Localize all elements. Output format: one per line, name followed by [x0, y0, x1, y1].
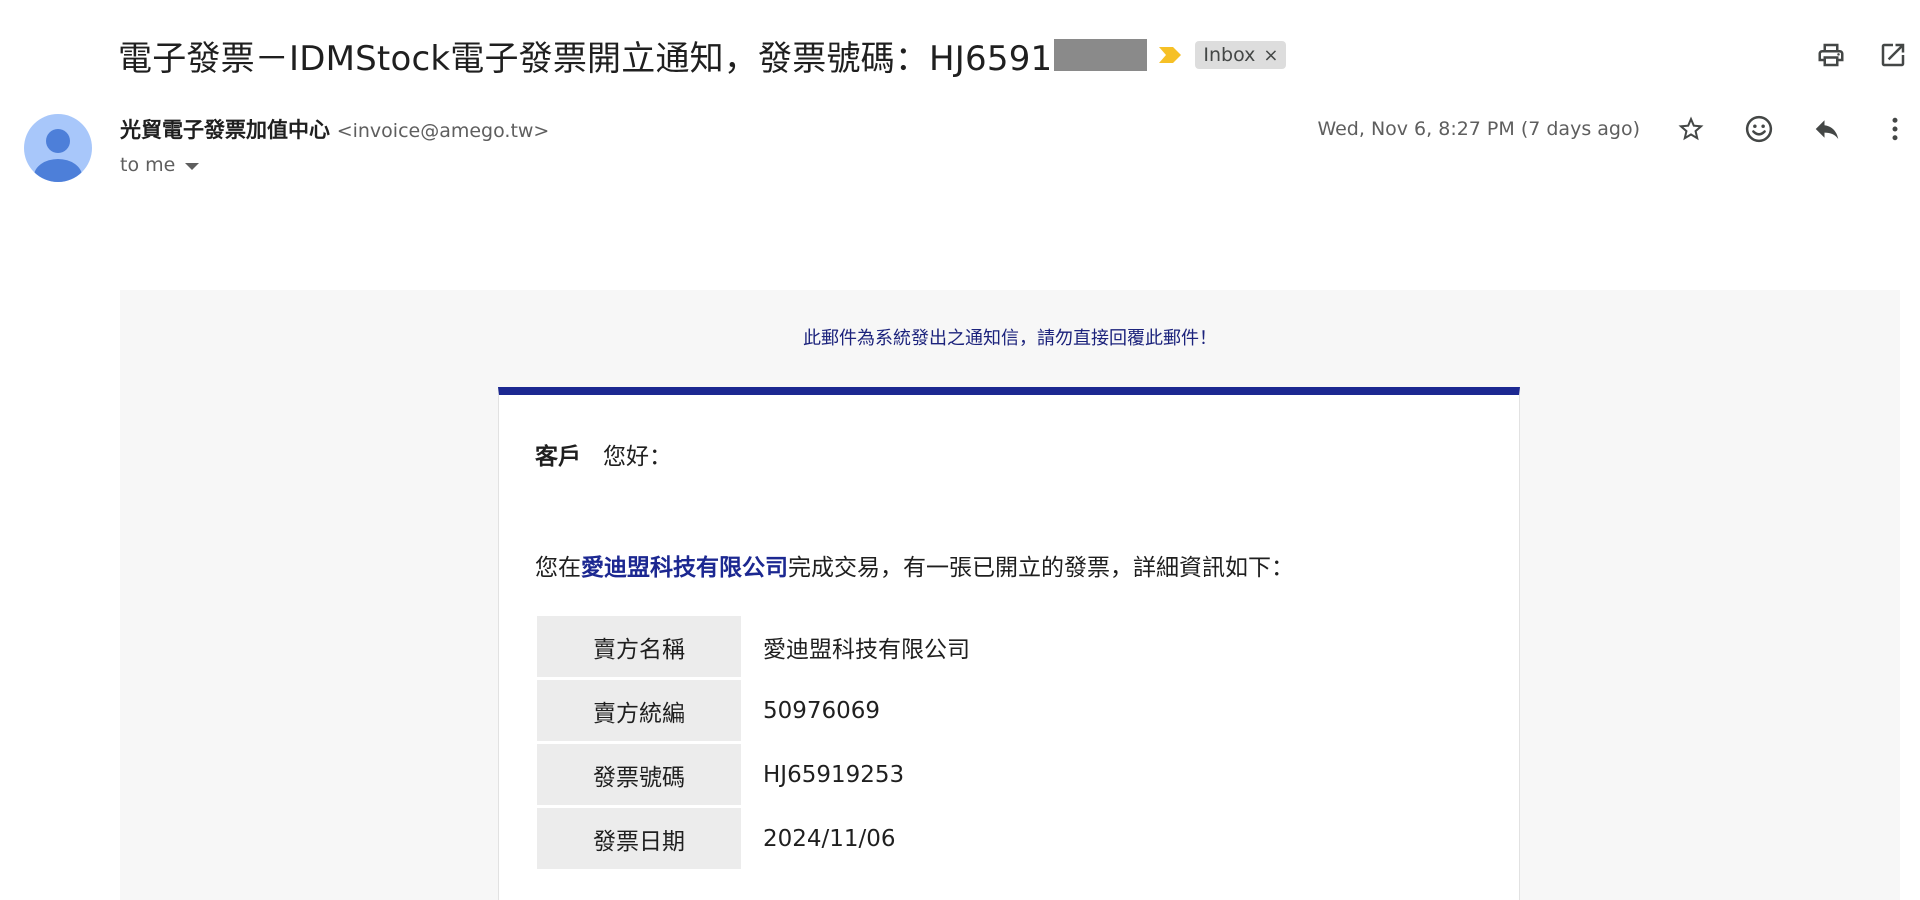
open-in-new-window-icon[interactable]	[1876, 38, 1910, 72]
email-subject: 電子發票－IDMStock電子發票開立通知，發票號碼：HJ6591	[118, 38, 1053, 79]
intro-suffix: 完成交易，有一張已開立的發票，詳細資訊如下：	[788, 555, 1294, 581]
invoice-details-table: 賣方名稱 愛迪盟科技有限公司 賣方統編 50976069 發票號碼 HJ6591…	[537, 613, 1441, 872]
message-date: Wed, Nov 6, 8:27 PM (7 days ago)	[1317, 118, 1640, 140]
intro-text: 您在愛迪盟科技有限公司完成交易，有一張已開立的發票，詳細資訊如下：	[535, 548, 1294, 582]
sender-avatar[interactable]	[24, 114, 92, 182]
email-body: 此郵件為系統發出之通知信，請勿直接回覆此郵件！ 客戶 您好： 您在愛迪盟科技有限公…	[120, 290, 1900, 900]
table-row: 發票日期 2024/11/06	[537, 808, 1441, 869]
recipient-text: to me	[120, 154, 176, 176]
email-view: 電子發票－IDMStock電子發票開立通知，發票號碼：HJ6591 Inbox …	[0, 0, 1920, 900]
redacted-block	[1054, 39, 1148, 71]
table-key-cell: 發票號碼	[537, 744, 741, 805]
message-meta: Wed, Nov 6, 8:27 PM (7 days ago)	[1317, 112, 1912, 146]
subject-row: 電子發票－IDMStock電子發票開立通知，發票號碼：HJ6591 Inbox …	[118, 30, 1287, 80]
intro-company: 愛迪盟科技有限公司	[581, 555, 788, 581]
intro-prefix: 您在	[535, 555, 581, 581]
table-row: 賣方統編 50976069	[537, 680, 1441, 741]
table-value-cell: 50976069	[763, 697, 881, 724]
greeting-name: 客戶	[535, 444, 581, 470]
table-row: 賣方名稱 愛迪盟科技有限公司	[537, 616, 1441, 677]
label-chip-text: Inbox	[1203, 44, 1256, 66]
sender-name[interactable]: 光貿電子發票加值中心	[120, 118, 330, 142]
table-key-cell: 賣方統編	[537, 680, 741, 741]
invoice-card: 客戶 您好： 您在愛迪盟科技有限公司完成交易，有一張已開立的發票，詳細資訊如下： …	[498, 387, 1520, 900]
top-actions	[1814, 38, 1910, 72]
remove-label-icon[interactable]: ×	[1263, 45, 1278, 66]
table-key-cell: 發票日期	[537, 808, 741, 869]
table-row: 發票號碼 HJ65919253	[537, 744, 1441, 805]
chevron-down-icon[interactable]	[185, 163, 200, 170]
label-chip-inbox[interactable]: Inbox ×	[1195, 41, 1287, 69]
sender-line: 光貿電子發票加值中心 <invoice@amego.tw>	[120, 114, 549, 144]
no-reply-notice: 此郵件為系統發出之通知信，請勿直接回覆此郵件！	[803, 328, 1217, 349]
more-vert-icon[interactable]	[1878, 112, 1912, 146]
table-value-cell: HJ65919253	[763, 761, 905, 788]
print-icon[interactable]	[1814, 38, 1848, 72]
sender-block: 光貿電子發票加值中心 <invoice@amego.tw> to me	[120, 114, 549, 176]
recipient-line[interactable]: to me	[120, 154, 549, 176]
person-avatar-icon	[34, 129, 82, 182]
emoji-reaction-icon[interactable]	[1742, 112, 1776, 146]
star-icon[interactable]	[1674, 112, 1708, 146]
importance-marker-icon[interactable]	[1159, 47, 1182, 63]
reply-icon[interactable]	[1810, 112, 1844, 146]
sender-email: <invoice@amego.tw>	[336, 120, 550, 142]
table-value-cell: 愛迪盟科技有限公司	[763, 636, 970, 663]
table-key-cell: 賣方名稱	[537, 616, 741, 677]
table-value-cell: 2024/11/06	[763, 825, 896, 852]
greeting-text: 您好：	[603, 444, 672, 470]
greeting: 客戶 您好：	[535, 437, 672, 471]
